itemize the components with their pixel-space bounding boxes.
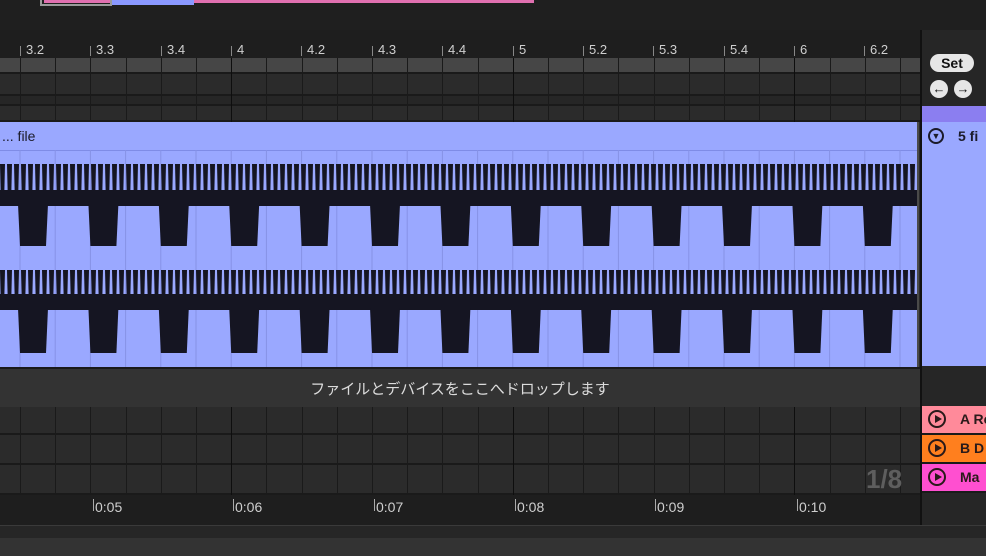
track-title: 5 fi: [958, 128, 979, 144]
beat-ruler-tick: 3.3: [90, 42, 114, 57]
return-track-b-header[interactable]: B D: [922, 435, 986, 464]
master-track-header[interactable]: Ma: [922, 464, 986, 493]
return-lane-b[interactable]: [0, 435, 920, 465]
track-header-lane[interactable]: [0, 106, 920, 122]
time-ruler-tick: 0:07: [373, 499, 404, 515]
grid-quantization-label: 1/8: [866, 464, 903, 494]
clip-name: ... file: [2, 128, 36, 144]
beat-time-ruler[interactable]: 3.2 3.3 3.4 4 4.2 4.3 4.4 5 5.2 5.3 5.4 …: [0, 32, 920, 58]
scroll-lane: [0, 58, 920, 74]
drop-zone[interactable]: ファイルとデバイスをここへドロップします: [0, 367, 920, 407]
beat-ruler-tick: 5: [513, 42, 526, 57]
time-ruler-tick: 0:06: [232, 499, 263, 515]
seconds-time-ruler[interactable]: 0:05 0:06 0:07 0:08 0:09 0:10: [0, 495, 920, 525]
automation-lane[interactable]: [0, 74, 920, 96]
clip-title-bar[interactable]: ... file: [0, 122, 917, 151]
beat-ruler-tick: 6: [794, 42, 807, 57]
horizontal-scrollbar[interactable]: [0, 525, 986, 556]
beat-ruler-tick: 5.3: [653, 42, 677, 57]
audio-track-header[interactable]: ▼ 5 fi: [922, 122, 986, 366]
time-ruler-tick: 0:05: [92, 499, 123, 515]
arrangement-overview[interactable]: [0, 0, 986, 30]
beat-ruler-tick: 4.3: [372, 42, 396, 57]
beat-ruler-tick: 4: [231, 42, 244, 57]
play-icon[interactable]: [928, 410, 946, 428]
beat-ruler-tick: 4.2: [301, 42, 325, 57]
overview-selection-strip: [112, 0, 194, 5]
beat-ruler-tick: 3.4: [161, 42, 185, 57]
return-track-name: A Re: [960, 411, 986, 427]
next-locator-button[interactable]: →: [954, 80, 972, 98]
master-track-name: Ma: [960, 469, 980, 485]
beat-ruler-tick: 6.2: [864, 42, 888, 57]
lane-divider: [0, 96, 920, 106]
set-locator-button[interactable]: Set: [930, 54, 974, 72]
drop-zone-text: ファイルとデバイスをここへドロップします: [310, 381, 610, 398]
track-fold-chevron-icon[interactable]: ▼: [928, 128, 944, 144]
clip-waveform: [0, 150, 917, 367]
time-ruler-tick: 0:10: [796, 499, 827, 515]
scrollbar-track[interactable]: [0, 538, 986, 556]
track-header-panel: Set ← → ▼ 5 fi A Re B D Ma: [920, 30, 986, 525]
beat-ruler-tick: 5.2: [583, 42, 607, 57]
master-lane[interactable]: [0, 465, 920, 495]
overview-viewport-box[interactable]: [40, 0, 112, 6]
beat-ruler-tick: 3.2: [20, 42, 44, 57]
return-lane-a[interactable]: [0, 405, 920, 435]
return-track-name: B D: [960, 440, 985, 456]
beat-ruler-tick: 4.4: [442, 42, 466, 57]
time-ruler-tick: 0:08: [514, 499, 545, 515]
play-icon[interactable]: [928, 468, 946, 486]
time-ruler-tick: 0:09: [654, 499, 685, 515]
audio-clip[interactable]: ... file: [0, 122, 919, 367]
previous-locator-button[interactable]: ←: [930, 80, 948, 98]
beat-ruler-tick: 5.4: [724, 42, 748, 57]
return-track-a-header[interactable]: A Re: [922, 406, 986, 435]
track-color-bar: [922, 106, 986, 122]
play-icon[interactable]: [928, 439, 946, 457]
